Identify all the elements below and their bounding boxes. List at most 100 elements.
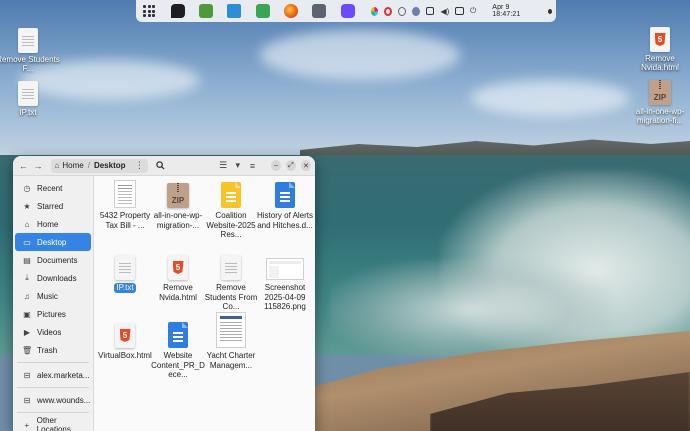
- desktop-icon-ip-txt[interactable]: IP.txt: [0, 81, 60, 117]
- settings-app-icon[interactable]: [310, 1, 328, 21]
- image-thumbnail-icon: [266, 258, 304, 280]
- desktop-icon: ▭: [23, 237, 31, 247]
- night-light-tray-icon[interactable]: [412, 6, 420, 16]
- path-menu-icon[interactable]: ⋮: [135, 160, 144, 171]
- sync-tray-icon[interactable]: [398, 6, 407, 16]
- menu-button[interactable]: ≡: [246, 159, 259, 173]
- pictures-icon: ▣: [23, 309, 31, 319]
- sidebar-item-label: Recent: [37, 183, 63, 193]
- file-item-yacht-charter[interactable]: Yacht Charter Managem...: [203, 312, 259, 370]
- top-dock: ◀) ⏻ Apr 9 18:47:21: [136, 0, 556, 22]
- file-item-ip-txt[interactable]: IP.txt: [97, 252, 153, 293]
- sidebar-item-pictures[interactable]: ▣ Pictures: [15, 305, 91, 323]
- file-item-label: History of Alerts and Hitches.d...: [257, 211, 314, 230]
- text-file-icon: [115, 255, 135, 280]
- sidebar-item-label: Home: [37, 219, 59, 229]
- path-segment-home[interactable]: Home: [62, 161, 83, 170]
- desktop-icon-label: Remove Nvida.html: [641, 54, 679, 72]
- app-grid-icon[interactable]: [140, 1, 158, 21]
- desktop-icon-remove-students[interactable]: Remove Students F...: [0, 28, 60, 73]
- sidebar-divider: [17, 387, 89, 388]
- system-tray: ◀) ⏻ Apr 9 18:47:21: [370, 4, 552, 18]
- file-item-property-tax-bill[interactable]: 5432 Property Tax Bill - ...: [97, 180, 153, 230]
- pdf-thumbnail-icon: [114, 180, 136, 208]
- sidebar-item-label: www.wounds...: [37, 395, 91, 405]
- path-segment-current[interactable]: Desktop: [94, 161, 126, 170]
- file-item-remove-students[interactable]: Remove Students From Co...: [203, 252, 259, 312]
- file-item-history-of-alerts[interactable]: History of Alerts and Hitches.d...: [257, 180, 313, 230]
- close-button[interactable]: ✕: [301, 160, 312, 171]
- file-item-label: IP.txt: [114, 283, 136, 293]
- screen-tray-icon[interactable]: [425, 7, 435, 15]
- sidebar-item-desktop[interactable]: ▭ Desktop: [15, 233, 91, 251]
- sidebar-item-label: Videos: [37, 327, 62, 337]
- file-item-screenshot-png[interactable]: Screenshot 2025-04-09 115826.png: [257, 252, 313, 312]
- wallpaper-cloud: [260, 30, 460, 80]
- archive-app-icon[interactable]: [197, 1, 215, 21]
- forward-button[interactable]: →: [32, 159, 45, 173]
- slack-tray-icon[interactable]: [370, 6, 379, 16]
- sidebar-item-network-drive-2[interactable]: ⊟ www.wounds...: [15, 391, 91, 409]
- file-item-label: all-in-one-wp-migration-...: [153, 211, 203, 230]
- record-tray-icon[interactable]: [384, 6, 393, 16]
- google-docs-file-icon: [168, 322, 188, 348]
- html-file-icon: 5: [650, 27, 670, 52]
- file-item-label: Remove Students From Co...: [204, 283, 258, 311]
- notification-dot-icon[interactable]: [547, 8, 552, 14]
- sidebar-item-label: alex.marketa...: [37, 370, 90, 380]
- text-file-icon: [221, 255, 241, 280]
- desktop-icon-label: Remove Students F...: [0, 55, 60, 73]
- google-slides-file-icon: [221, 182, 241, 208]
- desktop-icon-wp-migration-zip[interactable]: ZIP all-in-one-wp-migration-fi...: [628, 80, 690, 125]
- google-docs-file-icon: [275, 182, 295, 208]
- file-item-label: VirtualBox.html: [98, 351, 152, 360]
- firefox-icon[interactable]: [282, 1, 300, 21]
- back-button[interactable]: ←: [17, 159, 30, 173]
- sidebar-item-label: Starred: [37, 201, 64, 211]
- file-item-label: Yacht Charter Managem...: [206, 351, 256, 370]
- view-list-button[interactable]: ☰: [217, 159, 230, 173]
- file-item-virtualbox-html[interactable]: 5 VirtualBox.html: [97, 320, 153, 361]
- sidebar-item-documents[interactable]: ▤ Documents: [15, 251, 91, 269]
- sidebar-item-other-locations[interactable]: + Other Locations: [15, 416, 91, 431]
- sidebar-item-recent[interactable]: ◷ Recent: [15, 179, 91, 197]
- sidebar-item-starred[interactable]: ★ Starred: [15, 197, 91, 215]
- proton-vpn-icon[interactable]: [338, 1, 356, 21]
- file-manager-window: ← → ⌂ Home / Desktop ⋮ ☰ ▾ ≡ – ⤢ ✕ ◷ Rece…: [13, 156, 315, 431]
- file-item-label: Website Content_PR_Dece...: [151, 351, 205, 379]
- file-item-website-content[interactable]: Website Content_PR_Dece...: [150, 320, 206, 380]
- sidebar-item-label: Downloads: [37, 273, 77, 283]
- minimize-button[interactable]: –: [270, 160, 281, 171]
- zip-file-icon: ZIP: [167, 183, 189, 208]
- power-tray-icon[interactable]: ⏻: [470, 6, 476, 16]
- clock[interactable]: Apr 9 18:47:21: [492, 4, 531, 18]
- sidebar-item-network-drive-1[interactable]: ⊟ alex.marketa...: [15, 366, 91, 384]
- camera-app-icon[interactable]: [225, 1, 243, 21]
- file-item-coalition-website[interactable]: Coalition Website-2025 Res...: [203, 180, 259, 240]
- documents-icon: ▤: [23, 255, 31, 265]
- desktop-icon-label: IP.txt: [19, 108, 37, 117]
- sidebar-item-label: Desktop: [37, 237, 67, 247]
- star-icon: ★: [23, 201, 31, 211]
- network-drive-icon: ⊟: [23, 395, 31, 405]
- file-item-label: 5432 Property Tax Bill - ...: [99, 211, 151, 230]
- clock-icon: ◷: [23, 183, 31, 193]
- chat-app-icon[interactable]: [168, 1, 186, 21]
- view-options-button[interactable]: ▾: [231, 159, 244, 173]
- sidebar-item-music[interactable]: ♫ Music: [15, 287, 91, 305]
- sidebar-item-downloads[interactable]: ⤓ Downloads: [15, 269, 91, 287]
- path-bar[interactable]: ⌂ Home / Desktop ⋮: [50, 158, 148, 173]
- system-monitor-icon[interactable]: [253, 1, 271, 21]
- sidebar-item-trash[interactable]: 🗑 Trash: [15, 341, 91, 359]
- sidebar-item-videos[interactable]: ▶ Videos: [15, 323, 91, 341]
- file-grid: 5432 Property Tax Bill - ... ZIP all-in-…: [95, 176, 315, 431]
- search-button[interactable]: [154, 159, 167, 173]
- volume-tray-icon[interactable]: ◀): [440, 7, 449, 16]
- file-item-wp-migration-zip[interactable]: ZIP all-in-one-wp-migration-...: [150, 180, 206, 230]
- network-tray-icon[interactable]: [455, 7, 464, 15]
- file-item-remove-nvida[interactable]: 5 Remove Nvida.html: [150, 252, 206, 302]
- maximize-button[interactable]: ⤢: [285, 160, 296, 171]
- sidebar-item-home[interactable]: ⌂ Home: [15, 215, 91, 233]
- desktop-icon-remove-nvida[interactable]: 5 Remove Nvida.html: [628, 27, 690, 72]
- text-file-icon: [18, 28, 38, 53]
